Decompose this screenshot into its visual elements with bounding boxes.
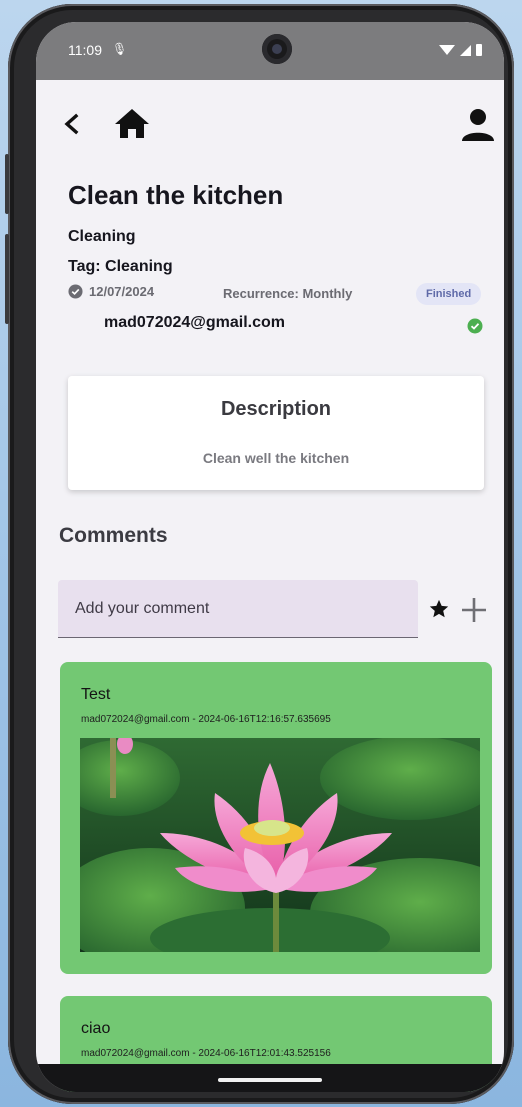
comments-heading: Comments [59, 524, 168, 547]
status-bar: 11:09 🎙︎ [36, 22, 504, 80]
comment-meta: mad072024@gmail.com - 2024-06-16T12:16:5… [81, 714, 331, 725]
home-icon [115, 109, 149, 138]
assignee-email: mad072024@gmail.com [104, 314, 286, 331]
date-row: 12/07/2024 [68, 284, 154, 299]
front-camera [262, 34, 292, 64]
back-arrow-icon [64, 113, 79, 135]
comment-image-lotus[interactable] [80, 738, 480, 952]
side-button [5, 154, 9, 214]
star-icon [429, 599, 449, 618]
comment-card: Test mad072024@gmail.com - 2024-06-16T12… [60, 662, 492, 974]
profile-icon [462, 109, 494, 141]
task-tag: Tag: Cleaning [68, 258, 173, 275]
check-circle-icon [467, 318, 483, 334]
phone-frame: 11:09 🎙︎ Clean the kitchen Cleaning Tag:… [5, 4, 514, 1104]
top-app-bar [36, 98, 504, 150]
status-icons [439, 44, 482, 56]
app-screen: 11:09 🎙︎ Clean the kitchen Cleaning Tag:… [36, 22, 504, 1092]
task-title: Clean the kitchen [68, 180, 284, 210]
status-badge: Finished [416, 283, 482, 305]
add-comment-button[interactable] [460, 596, 488, 624]
home-gesture-handle[interactable] [218, 1078, 322, 1082]
description-body: Clean well the kitchen [202, 450, 350, 466]
system-nav-bar [36, 1064, 504, 1092]
back-button[interactable] [58, 106, 86, 142]
description-title: Description [220, 398, 332, 420]
check-circle-icon [68, 284, 83, 299]
comment-text: ciao [81, 1020, 111, 1037]
signal-icon [460, 44, 471, 56]
profile-button[interactable] [456, 102, 500, 146]
battery-icon [476, 44, 482, 56]
mic-icon: 🎙︎ [112, 42, 128, 56]
comment-input-placeholder: Add your comment [75, 600, 210, 617]
comment-input[interactable]: Add your comment [58, 580, 418, 638]
task-date: 12/07/2024 [89, 284, 155, 299]
side-button [5, 234, 9, 324]
description-card: Description Clean well the kitchen [68, 376, 484, 490]
plus-icon [462, 598, 486, 622]
star-button[interactable] [428, 598, 450, 620]
status-time: 11:09 [68, 42, 102, 58]
task-recurrence: Recurrence: Monthly [223, 286, 353, 301]
assignee-done-indicator [467, 318, 483, 338]
wifi-icon [439, 45, 455, 55]
task-category: Cleaning [68, 228, 136, 245]
comment-meta: mad072024@gmail.com - 2024-06-16T12:01:4… [81, 1048, 331, 1059]
home-button[interactable] [112, 104, 152, 144]
comment-text: Test [81, 686, 111, 703]
